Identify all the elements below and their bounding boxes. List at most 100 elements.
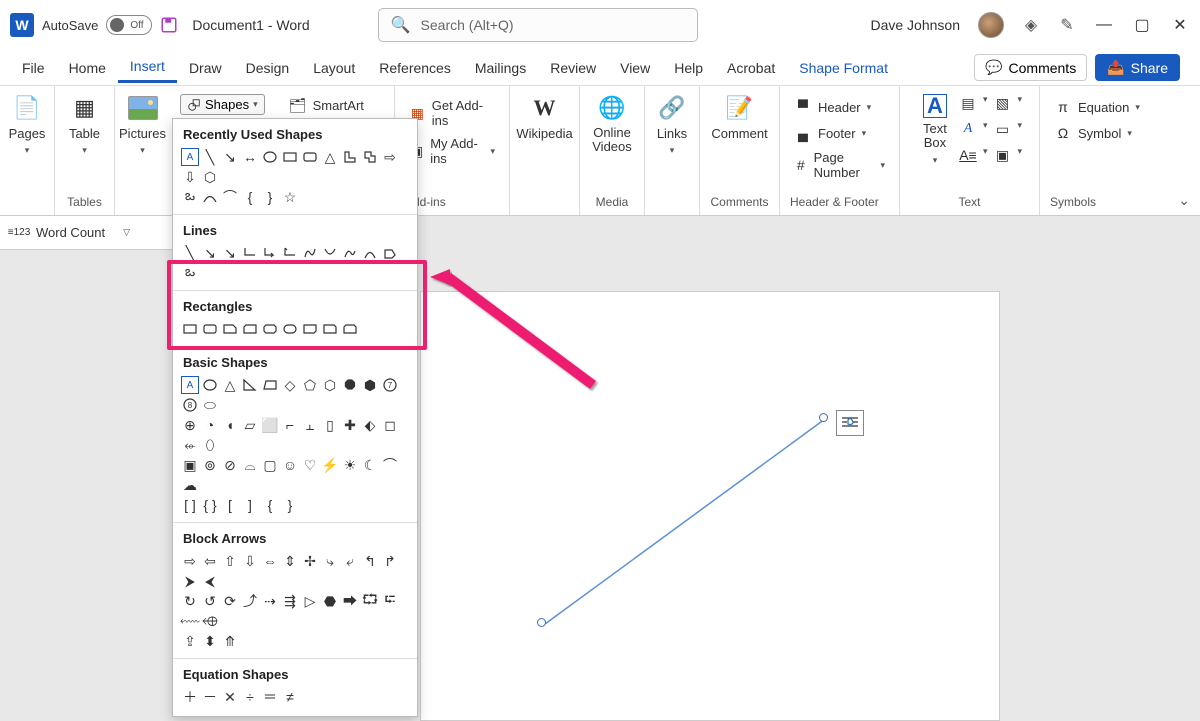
symbol-button[interactable]: ΩSymbol ▾ [1050, 122, 1136, 144]
tab-view[interactable]: View [608, 54, 662, 82]
tab-draw[interactable]: Draw [177, 54, 234, 82]
avatar[interactable] [978, 12, 1004, 38]
shape-line[interactable]: ╲ [201, 148, 219, 166]
tab-design[interactable]: Design [234, 54, 302, 82]
tab-insert[interactable]: Insert [118, 52, 177, 83]
line-handle-end[interactable] [819, 413, 828, 422]
shape-l[interactable] [341, 148, 359, 166]
line-handle-start[interactable] [537, 618, 546, 627]
shape-arrow-right[interactable]: ⇨ [381, 148, 399, 166]
title-bar: W AutoSave Off Document1 - Word 🔍 Search… [0, 0, 1200, 50]
tab-layout[interactable]: Layout [301, 54, 367, 82]
search-input[interactable]: 🔍 Search (Alt+Q) [378, 8, 698, 42]
tab-help[interactable]: Help [662, 54, 715, 82]
collapse-ribbon-icon[interactable]: ⌄ [1178, 192, 1190, 209]
pictures-button[interactable]: Pictures▾ [113, 92, 172, 158]
smartart-button[interactable]: 🗂SmartArt [285, 94, 368, 116]
tab-mailings[interactable]: Mailings [463, 54, 538, 82]
line-elbow[interactable] [241, 244, 259, 262]
wordart-icon[interactable]: ▧ [994, 94, 1012, 112]
line-plain[interactable]: ╲ [181, 244, 199, 262]
user-name: Dave Johnson [870, 17, 960, 33]
search-placeholder: Search (Alt+Q) [421, 17, 514, 33]
lines-shapes-row: ╲ ↘ ↘ ఒ [181, 244, 409, 284]
page-number-button[interactable]: #Page Number ▾ [790, 148, 889, 182]
pen-icon[interactable]: ✎ [1058, 16, 1076, 34]
line-double[interactable]: ↘ [221, 244, 239, 262]
shape-scribble[interactable]: ఒ [181, 188, 199, 206]
line-curve3[interactable] [341, 244, 359, 262]
quick-parts-icon[interactable]: ▤ [959, 94, 977, 112]
drawn-line-shape[interactable] [537, 414, 837, 634]
line-curve1[interactable] [301, 244, 319, 262]
ribbon: 📄Pages▾ ▦Table▾ Tables Pictures▾ Shapes … [0, 86, 1200, 216]
line-arc[interactable] [361, 244, 379, 262]
shapes-dropdown: Recently Used Shapes A ╲ ↘ ↔ △ ⇨ ⇩ ⬡ ఒ ⌒ [172, 118, 418, 717]
maximize-button[interactable]: ▢ [1132, 15, 1152, 35]
footer-button[interactable]: ▄Footer ▾ [790, 122, 870, 144]
header-button[interactable]: ▀Header ▾ [790, 96, 875, 118]
shape-arc[interactable] [201, 188, 219, 206]
table-button[interactable]: ▦Table▾ [63, 92, 107, 158]
shape-arrow-line[interactable]: ↘ [221, 148, 239, 166]
dropcap-icon[interactable]: A [959, 120, 977, 138]
shape-triangle[interactable]: △ [321, 148, 339, 166]
shape-star[interactable]: ☆ [281, 188, 299, 206]
minimize-button[interactable]: — [1094, 16, 1114, 34]
line-curve2[interactable] [321, 244, 339, 262]
tab-shape-format[interactable]: Shape Format [787, 54, 900, 82]
line-elbow-arrow[interactable] [261, 244, 279, 262]
shape-hex[interactable]: ⬡ [201, 168, 219, 186]
search-icon: 🔍 [391, 15, 411, 35]
object-icon[interactable]: ▣ [994, 146, 1012, 164]
tab-home[interactable]: Home [57, 54, 118, 82]
save-icon[interactable] [160, 16, 178, 34]
date-icon[interactable]: A≡ [959, 146, 977, 164]
svg-text:7: 7 [388, 381, 393, 390]
shape-double-arrow[interactable]: ↔ [241, 148, 259, 166]
wikipedia-button[interactable]: WWikipedia [510, 92, 578, 143]
text-box-button[interactable]: AText Box▾ [917, 92, 953, 168]
tab-acrobat[interactable]: Acrobat [715, 54, 787, 82]
diamond-icon[interactable]: ◈ [1022, 16, 1040, 34]
shape-rect[interactable] [281, 148, 299, 166]
links-button[interactable]: 🔗Links▾ [650, 92, 694, 158]
line-arrow[interactable]: ↘ [201, 244, 219, 262]
signature-icon[interactable]: ▭ [994, 120, 1012, 138]
shape-oval[interactable] [261, 148, 279, 166]
document-page[interactable] [420, 291, 1000, 721]
shape-arrow-down[interactable]: ⇩ [181, 168, 199, 186]
document-title: Document1 - Word [192, 17, 309, 33]
shapes-button[interactable]: Shapes ▾ [180, 94, 265, 115]
share-button[interactable]: 📤 Share [1095, 54, 1180, 81]
qat-dropdown-icon[interactable]: ▽ [123, 227, 130, 238]
online-videos-button[interactable]: 🌐Online Videos [586, 92, 638, 157]
tab-file[interactable]: File [10, 54, 57, 82]
menu-bar: File Home Insert Draw Design Layout Refe… [0, 50, 1200, 86]
close-button[interactable]: ✕ [1170, 15, 1190, 35]
line-elbow-double[interactable] [281, 244, 299, 262]
word-count-label[interactable]: Word Count [36, 225, 105, 240]
shape-z[interactable] [361, 148, 379, 166]
shape-curve[interactable]: ⌒ [221, 188, 239, 206]
autosave-label: AutoSave [42, 18, 98, 33]
line-freeform[interactable] [381, 244, 399, 262]
shape-roundrect[interactable] [301, 148, 319, 166]
autosave-toggle[interactable]: Off [106, 15, 152, 35]
get-addins-button[interactable]: ▦Get Add-ins [405, 96, 499, 130]
pages-button[interactable]: 📄Pages▾ [3, 92, 52, 158]
shape-textbox[interactable]: A [181, 148, 199, 166]
tab-references[interactable]: References [367, 54, 463, 82]
tab-review[interactable]: Review [538, 54, 608, 82]
word-app-icon: W [10, 13, 34, 37]
my-addins-button[interactable]: ▣My Add-ins ▾ [405, 134, 499, 168]
layout-options-button[interactable] [836, 410, 864, 436]
shape-lbrace[interactable]: { [241, 188, 259, 206]
quick-access-row: ≡123 Word Count ▽ [0, 216, 172, 250]
word-count-icon: ≡123 [10, 224, 28, 242]
comments-button[interactable]: 💬 Comments [974, 54, 1087, 81]
equation-button[interactable]: πEquation ▾ [1050, 96, 1144, 118]
comment-button[interactable]: 📝Comment [705, 92, 773, 143]
line-scribble[interactable]: ఒ [181, 264, 199, 282]
shape-rbrace[interactable]: } [261, 188, 279, 206]
